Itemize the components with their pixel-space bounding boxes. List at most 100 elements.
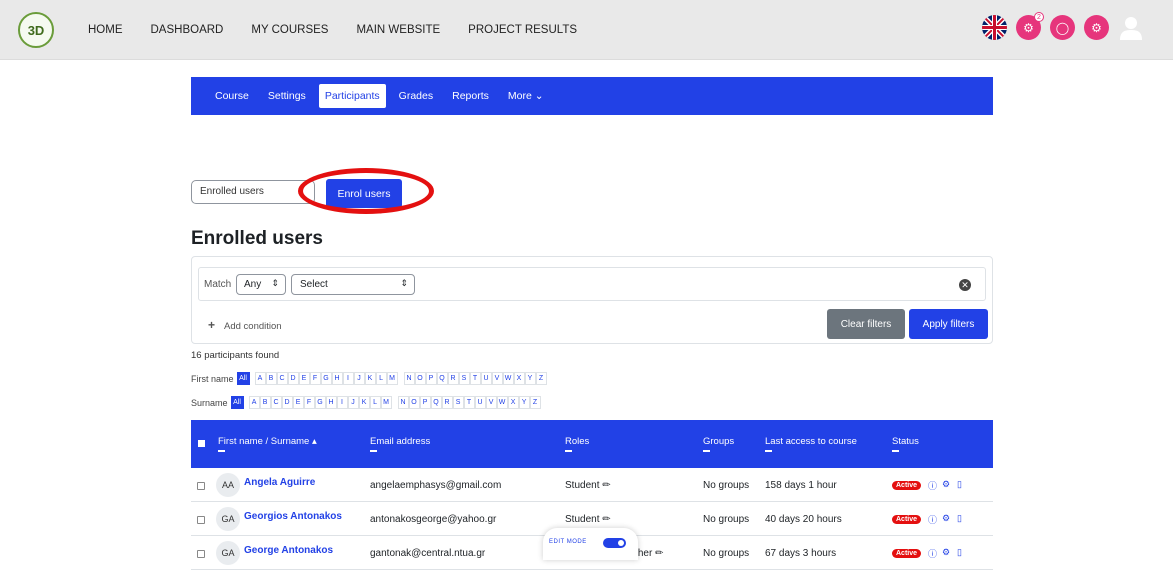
participant-name-link[interactable]: George Antonakos (244, 545, 333, 556)
initial-letter[interactable]: P (425, 372, 437, 385)
select-all-checkbox[interactable] (198, 440, 205, 447)
apply-filters-button[interactable]: Apply filters (909, 309, 988, 339)
initial-letter[interactable]: G (320, 372, 332, 385)
gear-icon[interactable]: ⚙ (942, 479, 950, 490)
tab-more[interactable]: More ⌄ (502, 84, 550, 108)
initial-letter[interactable]: D (281, 396, 293, 409)
initial-letter[interactable]: N (397, 396, 409, 409)
initial-letter[interactable]: Z (529, 396, 541, 409)
header-name[interactable]: First name / Surname ▴ (218, 436, 317, 447)
header-email[interactable]: Email address (370, 436, 430, 447)
user-avatar-icon[interactable] (1118, 15, 1143, 40)
nav-home[interactable]: HOME (88, 24, 123, 36)
initial-letter[interactable]: J (347, 396, 359, 409)
trash-icon[interactable]: ▯ (957, 479, 962, 490)
info-icon[interactable]: ⓘ (928, 547, 937, 560)
tab-grades[interactable]: Grades (393, 84, 439, 108)
initial-letter[interactable]: O (408, 396, 420, 409)
nav-my-courses[interactable]: MY COURSES (251, 24, 328, 36)
initial-letter[interactable]: V (491, 372, 503, 385)
initial-letter[interactable]: W (502, 372, 514, 385)
initial-letter[interactable]: H (325, 396, 337, 409)
hide-column-icon[interactable] (765, 450, 772, 452)
initial-letter[interactable]: R (441, 396, 453, 409)
tab-reports[interactable]: Reports (446, 84, 495, 108)
nav-project-results[interactable]: PROJECT RESULTS (468, 24, 577, 36)
initial-letter[interactable]: Q (436, 372, 448, 385)
hide-column-icon[interactable] (218, 450, 225, 452)
nav-dashboard[interactable]: DASHBOARD (151, 24, 224, 36)
gear-icon[interactable]: ⚙ (942, 547, 950, 558)
toggle-switch[interactable] (603, 538, 626, 548)
initial-letter[interactable]: F (303, 396, 315, 409)
initial-letter[interactable]: J (353, 372, 365, 385)
initial-letter[interactable]: U (480, 372, 492, 385)
hide-column-icon[interactable] (565, 450, 572, 452)
initial-letter[interactable]: S (452, 396, 464, 409)
initial-letter[interactable]: A (248, 396, 260, 409)
tab-settings[interactable]: Settings (262, 84, 312, 108)
initial-letter[interactable]: X (507, 396, 519, 409)
initial-letter[interactable]: D (287, 372, 299, 385)
initial-letter[interactable]: I (336, 396, 348, 409)
initial-letter[interactable]: K (358, 396, 370, 409)
tab-participants[interactable]: Participants (318, 84, 386, 108)
nav-main-website[interactable]: MAIN WEBSITE (356, 24, 440, 36)
initial-letter[interactable]: B (265, 372, 277, 385)
initial-all[interactable]: All (236, 372, 250, 385)
initial-letter[interactable]: A (254, 372, 266, 385)
header-groups[interactable]: Groups (703, 436, 734, 447)
match-select[interactable]: Any ⇕ (236, 274, 286, 295)
initial-letter[interactable]: V (485, 396, 497, 409)
filter-type-select[interactable]: Select ⇕ (291, 274, 415, 295)
row-checkbox[interactable] (197, 482, 205, 490)
messages-icon[interactable]: ◯ (1050, 15, 1075, 40)
header-last-access[interactable]: Last access to course (765, 436, 857, 447)
role-cell[interactable]: Student ✏ (565, 480, 611, 491)
initial-letter[interactable]: I (342, 372, 354, 385)
initial-letter[interactable]: X (513, 372, 525, 385)
clear-filters-button[interactable]: Clear filters (827, 309, 905, 339)
initial-letter[interactable]: R (447, 372, 459, 385)
initial-letter[interactable]: M (380, 396, 392, 409)
uk-flag-icon[interactable] (982, 15, 1007, 40)
initial-letter[interactable]: C (276, 372, 288, 385)
notification-bell-icon[interactable]: ⚙ 2 (1016, 12, 1044, 40)
add-condition-link[interactable]: + Add condition (208, 318, 282, 332)
initial-letter[interactable]: W (496, 396, 508, 409)
row-checkbox[interactable] (197, 516, 205, 524)
initial-letter[interactable]: E (292, 396, 304, 409)
initial-letter[interactable]: C (270, 396, 282, 409)
initial-letter[interactable]: T (469, 372, 481, 385)
header-status[interactable]: Status (892, 436, 919, 447)
participant-name-link[interactable]: Georgios Antonakos (244, 511, 342, 522)
hide-column-icon[interactable] (370, 450, 377, 452)
initial-letter[interactable]: U (474, 396, 486, 409)
initial-letter[interactable]: Y (518, 396, 530, 409)
trash-icon[interactable]: ▯ (957, 547, 962, 558)
initial-letter[interactable]: N (403, 372, 415, 385)
info-icon[interactable]: ⓘ (928, 513, 937, 526)
initial-letter[interactable]: O (414, 372, 426, 385)
initial-letter[interactable]: Q (430, 396, 442, 409)
initial-letter[interactable]: L (375, 372, 387, 385)
initial-letter[interactable]: E (298, 372, 310, 385)
initial-letter[interactable]: G (314, 396, 326, 409)
initial-letter[interactable]: K (364, 372, 376, 385)
initial-letter[interactable]: H (331, 372, 343, 385)
settings-gear-icon[interactable]: ⚙ (1084, 15, 1109, 40)
site-logo[interactable]: 3D (18, 12, 54, 48)
hide-column-icon[interactable] (703, 450, 710, 452)
tab-course[interactable]: Course (209, 84, 255, 108)
info-icon[interactable]: ⓘ (928, 479, 937, 492)
initial-letter[interactable]: Y (524, 372, 536, 385)
initial-letter[interactable]: L (369, 396, 381, 409)
initial-letter[interactable]: M (386, 372, 398, 385)
gear-icon[interactable]: ⚙ (942, 513, 950, 524)
participants-page-select[interactable]: Enrolled users (191, 180, 315, 204)
edit-mode-toggle[interactable]: EDIT MODE (543, 528, 638, 560)
initial-letter[interactable]: P (419, 396, 431, 409)
initial-letter[interactable]: F (309, 372, 321, 385)
initial-letter[interactable]: B (259, 396, 271, 409)
initial-letter[interactable]: Z (535, 372, 547, 385)
